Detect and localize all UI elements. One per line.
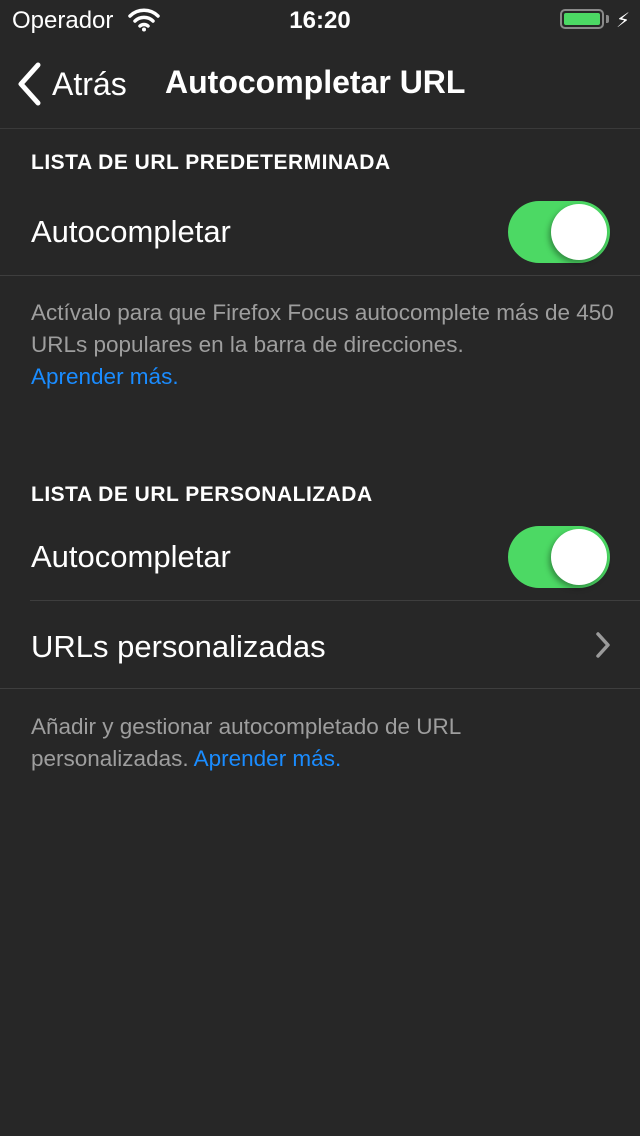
row-default-autocomplete: Autocompletar [0,190,640,276]
back-label: Atrás [52,65,127,102]
section-footer-custom: Añadir y gestionar autocompletado de URL… [31,711,621,775]
chevron-left-icon [18,62,41,106]
divider [30,600,640,601]
default-autocomplete-toggle[interactable] [508,201,610,263]
clock: 16:20 [289,7,351,34]
battery-tip [606,15,609,23]
navigation-bar: Atrás Autocompletar URL [0,40,640,129]
footer-text: Actívalo para que Firefox Focus autocomp… [31,300,614,357]
row-custom-urls[interactable]: URLs personalizadas [0,602,640,689]
chevron-right-icon [596,632,610,658]
back-button[interactable]: Atrás [16,62,127,106]
custom-autocomplete-toggle[interactable] [508,526,610,588]
battery-icon [560,9,604,29]
divider [0,688,640,689]
status-bar: Operador 16:20 ⚡︎ [0,0,640,40]
learn-more-link[interactable]: Aprender más. [194,746,342,771]
section-footer-default: Actívalo para que Firefox Focus autocomp… [31,297,621,393]
divider [0,275,640,276]
page-title: Autocompletar URL [165,64,466,100]
section-header-default-list: LISTA DE URL PREDETERMINADA [31,151,391,174]
charging-bolt-icon: ⚡︎ [616,10,631,32]
row-custom-autocomplete: Autocompletar [0,515,640,601]
section-header-custom-list: LISTA DE URL PERSONALIZADA [31,483,373,506]
row-label: Autocompletar [31,214,231,249]
learn-more-link[interactable]: Aprender más. [31,364,179,389]
row-label: Autocompletar [31,539,231,574]
row-label: URLs personalizadas [31,629,326,664]
